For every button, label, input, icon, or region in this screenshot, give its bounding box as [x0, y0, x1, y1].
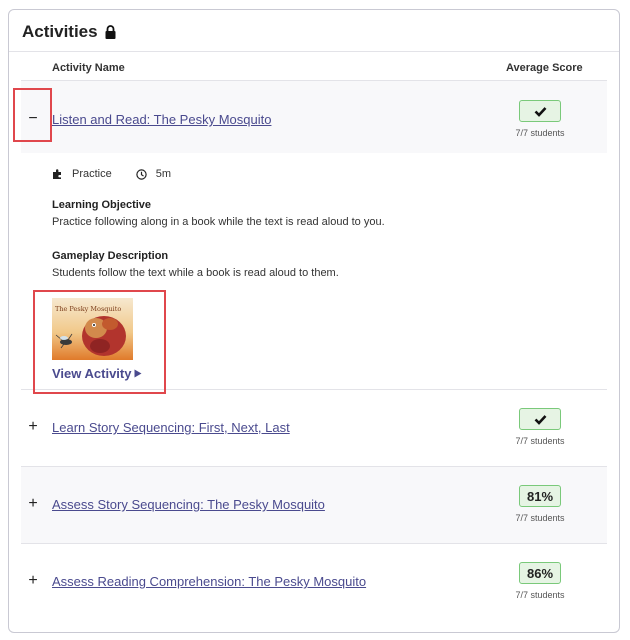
play-arrow-icon: [134, 369, 142, 378]
activity-duration-label: 5m: [155, 168, 172, 180]
learning-objective-text: Practice following along in a book while…: [52, 216, 385, 228]
expand-toggle-button[interactable]: +: [26, 573, 40, 589]
book-cover-image: The Pesky Mosquito: [52, 298, 133, 360]
gameplay-description-heading: Gameplay Description: [52, 250, 169, 262]
view-activity-label: View Activity: [52, 366, 132, 381]
score-badge: 81%: [519, 485, 561, 507]
expand-toggle-button[interactable]: +: [26, 496, 40, 512]
column-header-average-score: Average Score: [506, 62, 583, 74]
activity-meta: Practice 5m: [52, 168, 171, 180]
students-count: 7/7 students: [515, 436, 565, 446]
score-badge: 86%: [519, 562, 561, 584]
activity-type-label: Practice: [72, 168, 112, 180]
expand-toggle-button[interactable]: +: [26, 419, 40, 435]
score-badge: [519, 100, 561, 122]
activity-type: Practice: [52, 168, 112, 180]
puzzle-piece-icon: [53, 168, 61, 179]
row-divider: [21, 543, 607, 544]
column-header-activity-name: Activity Name: [52, 62, 125, 74]
check-icon: [534, 414, 546, 425]
view-activity-link[interactable]: View Activity: [52, 366, 142, 381]
clock-icon: [136, 168, 147, 180]
book-cover-title: The Pesky Mosquito: [55, 305, 121, 313]
lock-icon: [105, 25, 116, 39]
activity-link-learn-story-sequencing[interactable]: Learn Story Sequencing: First, Next, Las…: [52, 420, 290, 435]
learning-objective-heading: Learning Objective: [52, 199, 152, 211]
activity-thumbnail[interactable]: The Pesky Mosquito: [52, 298, 133, 360]
activity-link-listen-and-read[interactable]: Listen and Read: The Pesky Mosquito: [52, 112, 271, 127]
students-count: 7/7 students: [515, 128, 565, 138]
gameplay-description-text: Students follow the text while a book is…: [52, 267, 339, 279]
score-badge: [519, 408, 561, 430]
students-count: 7/7 students: [515, 590, 565, 600]
activity-link-assess-story-sequencing[interactable]: Assess Story Sequencing: The Pesky Mosqu…: [52, 497, 325, 512]
header-divider: [9, 51, 619, 52]
activities-card: Activities Activity Name Average Score −…: [8, 9, 620, 633]
activity-duration: 5m: [136, 168, 171, 180]
collapse-toggle-button[interactable]: −: [26, 111, 40, 127]
card-title-text: Activities: [22, 22, 98, 41]
students-count: 7/7 students: [515, 513, 565, 523]
card-title: Activities: [22, 22, 117, 42]
row-divider: [21, 389, 607, 390]
activity-link-assess-reading-comprehension[interactable]: Assess Reading Comprehension: The Pesky …: [52, 574, 366, 589]
check-icon: [534, 106, 546, 117]
